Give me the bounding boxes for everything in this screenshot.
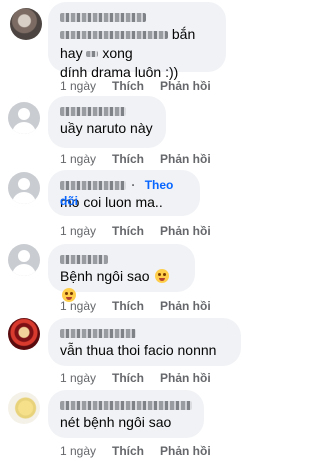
blurred-name (60, 401, 192, 411)
comment-time[interactable]: 1 ngày (60, 223, 96, 239)
commenter-name[interactable] (60, 325, 229, 341)
commenter-name[interactable] (60, 397, 192, 413)
comment-time[interactable]: 1 ngày (60, 298, 96, 314)
comment-text: bắn hay xong (60, 25, 214, 63)
avatar[interactable] (10, 8, 42, 40)
comment-time[interactable]: 1 ngày (60, 78, 96, 94)
avatar[interactable] (8, 392, 40, 424)
separator-dot: · (131, 178, 136, 192)
avatar[interactable] (8, 244, 40, 276)
comment-bubble: Bệnh ngôi sao (48, 244, 195, 302)
reply-button[interactable]: Phản hồi (160, 370, 211, 386)
reply-button[interactable]: Phản hồi (160, 78, 211, 94)
blurred-text (60, 31, 168, 40)
blurred-name (60, 329, 136, 339)
comment-time[interactable]: 1 ngày (60, 370, 96, 386)
commenter-name[interactable] (60, 103, 154, 119)
like-button[interactable]: Thích (112, 223, 144, 239)
comment-text: mo coi luon ma.. (60, 194, 163, 210)
avatar[interactable] (8, 102, 40, 134)
reply-button[interactable]: Phản hồi (160, 151, 211, 167)
reply-button[interactable]: Phản hồi (160, 223, 211, 239)
comment-bubble: bắn hay xong dính drama luôn :)) (48, 2, 226, 80)
avatar[interactable] (8, 172, 40, 204)
blurred-name (60, 13, 146, 23)
like-button[interactable]: Thích (112, 78, 144, 94)
avatar[interactable] (8, 318, 40, 350)
like-button[interactable]: Thích (112, 370, 144, 386)
comment-bubble: vẫn thua thoi facio nonnn (48, 318, 241, 366)
laughing-emoji-icon (155, 269, 170, 283)
comment-time[interactable]: 1 ngày (60, 443, 96, 459)
comment-time[interactable]: 1 ngày (60, 151, 96, 167)
like-button[interactable]: Thích (112, 151, 144, 167)
reply-button[interactable]: Phản hồi (160, 443, 211, 459)
blurred-name (60, 107, 126, 117)
comment-text: uầy naruto này (60, 120, 153, 136)
blurred-text (86, 51, 99, 58)
comment-text: vẫn thua thoi facio nonnn (60, 342, 217, 358)
comment-text-part: xong (102, 45, 133, 61)
like-button[interactable]: Thích (112, 443, 144, 459)
commenter-name[interactable] (60, 9, 214, 25)
reply-button[interactable]: Phản hồi (160, 298, 211, 314)
blurred-name (60, 181, 126, 191)
commenter-name[interactable]: · Theo dõi (60, 177, 188, 208)
comment-text: nét bệnh ngôi sao (60, 414, 172, 430)
commenter-name[interactable] (60, 251, 183, 267)
comment-bubble: · Theo dõi mo coi luon ma.. (48, 170, 200, 216)
blurred-name (60, 255, 108, 265)
comment-bubble: uầy naruto này (48, 96, 166, 148)
like-button[interactable]: Thích (112, 298, 144, 314)
comment-bubble: nét bệnh ngôi sao (48, 390, 204, 438)
comment-text-part: Bệnh ngôi sao (60, 268, 150, 284)
